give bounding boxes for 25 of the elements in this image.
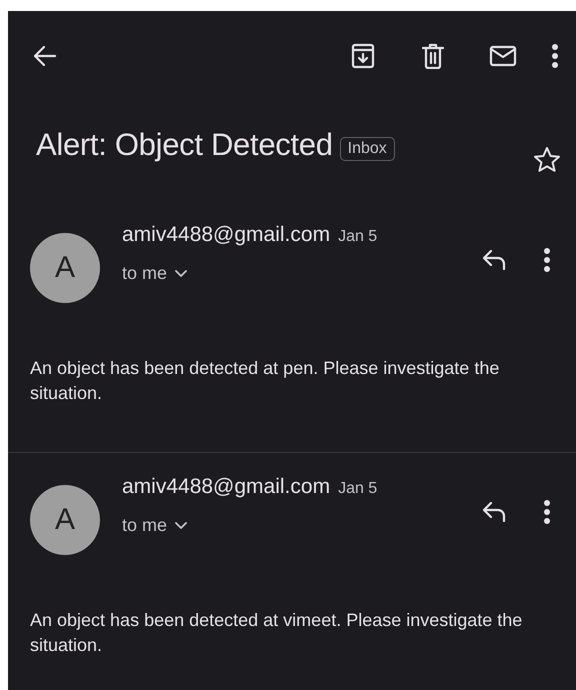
more-icon bbox=[551, 43, 559, 69]
reply-icon bbox=[482, 501, 508, 523]
more-icon bbox=[543, 247, 551, 273]
message-date: Jan 5 bbox=[338, 228, 378, 246]
message-body: An object has been detected at vimeet. Please investigate the situation. bbox=[30, 609, 524, 657]
trash-icon bbox=[422, 43, 444, 69]
star-icon bbox=[533, 146, 561, 174]
email-subject: Alert: Object Detected bbox=[36, 127, 333, 163]
archive-icon bbox=[351, 43, 375, 69]
chevron-down-icon bbox=[175, 522, 188, 530]
recipient-toggle[interactable]: to me bbox=[122, 263, 378, 284]
more-icon bbox=[543, 499, 551, 525]
chevron-down-icon bbox=[175, 270, 188, 278]
avatar: A bbox=[30, 233, 100, 303]
recipient-toggle[interactable]: to me bbox=[122, 515, 378, 536]
inbox-label: Inbox bbox=[340, 137, 395, 161]
back-arrow-icon bbox=[33, 45, 57, 67]
avatar: A bbox=[30, 485, 100, 555]
message-body: An object has been detected at pen. Please investigate the situation. bbox=[30, 357, 500, 405]
message-date: Jan 5 bbox=[338, 480, 378, 498]
sender-email: amiv4488@gmail.com bbox=[122, 223, 330, 247]
reply-icon bbox=[482, 249, 508, 271]
sender-email: amiv4488@gmail.com bbox=[122, 475, 330, 499]
star-button[interactable] bbox=[532, 145, 562, 175]
envelope-icon bbox=[489, 45, 517, 67]
